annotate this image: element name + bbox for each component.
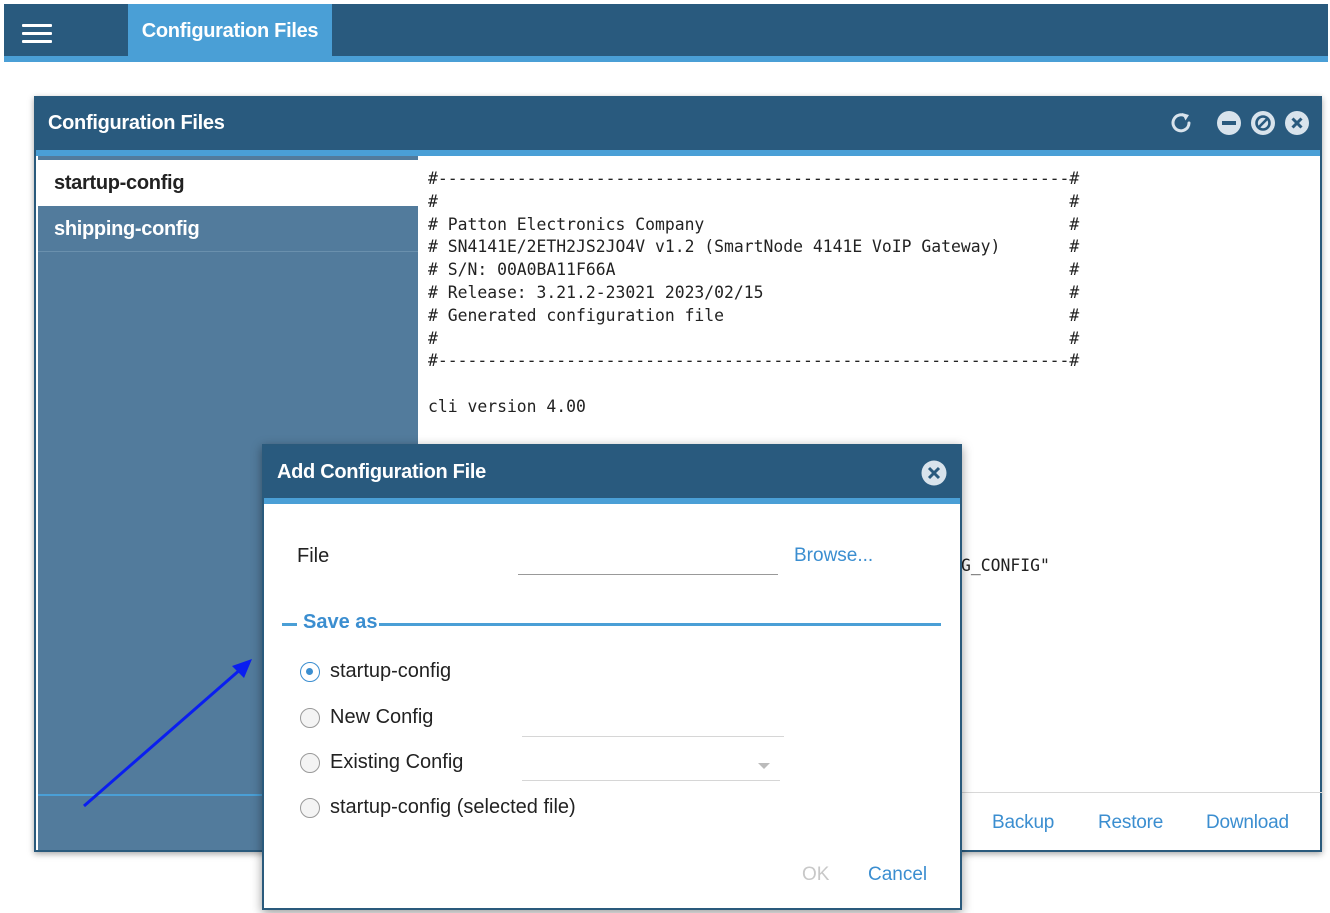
restore-icon[interactable] bbox=[1250, 110, 1276, 136]
window-title: Configuration Files bbox=[48, 112, 225, 134]
dialog-title: Add Configuration File bbox=[277, 461, 486, 483]
browse-button[interactable]: Browse... bbox=[794, 545, 873, 567]
backup-button[interactable]: Backup bbox=[992, 812, 1054, 834]
radio-button[interactable] bbox=[300, 798, 320, 818]
file-list-item-startup-config[interactable]: startup-config bbox=[38, 160, 418, 206]
ok-button[interactable]: OK bbox=[802, 864, 829, 886]
minimize-icon[interactable] bbox=[1216, 110, 1242, 136]
file-label: File bbox=[297, 545, 330, 567]
save-as-legend: Save as bbox=[303, 611, 378, 633]
new-config-name-input[interactable] bbox=[522, 708, 784, 737]
dialog-header-accent bbox=[264, 498, 960, 504]
config-file-content-fragment: G_CONFIG" bbox=[961, 556, 1050, 575]
remove-file-button[interactable]: − bbox=[110, 868, 125, 894]
chevron-down-icon[interactable] bbox=[758, 763, 770, 769]
dialog-header: Add Configuration File bbox=[264, 446, 960, 498]
radio-label: startup-config bbox=[330, 660, 452, 682]
tab-configuration-files[interactable]: Configuration Files bbox=[128, 4, 332, 58]
save-as-divider-right bbox=[379, 623, 941, 626]
existing-config-select[interactable] bbox=[522, 752, 780, 781]
radio-label: New Config bbox=[330, 706, 434, 728]
file-list-item-shipping-config[interactable]: shipping-config bbox=[38, 206, 418, 252]
add-file-button[interactable]: + bbox=[60, 868, 75, 894]
radio-label: startup-config (selected file) bbox=[330, 796, 576, 818]
config-file-content[interactable]: #---------------------------------------… bbox=[428, 168, 1308, 419]
close-icon[interactable] bbox=[1284, 110, 1310, 136]
radio-button[interactable] bbox=[300, 753, 320, 773]
hamburger-menu-icon[interactable] bbox=[22, 24, 52, 48]
cancel-button[interactable]: Cancel bbox=[868, 864, 927, 886]
radio-button[interactable] bbox=[300, 662, 320, 682]
window-header: Configuration Files bbox=[36, 98, 1320, 150]
download-button[interactable]: Download bbox=[1206, 812, 1289, 834]
radio-label: Existing Config bbox=[330, 751, 464, 773]
refresh-icon[interactable] bbox=[1168, 110, 1194, 136]
dialog-close-icon[interactable] bbox=[920, 459, 948, 487]
save-as-divider-left bbox=[282, 623, 297, 626]
file-input[interactable] bbox=[518, 546, 778, 575]
radio-button[interactable] bbox=[300, 708, 320, 728]
add-configuration-file-dialog: Add Configuration File File Browse... Sa… bbox=[262, 444, 962, 910]
restore-button[interactable]: Restore bbox=[1098, 812, 1163, 834]
